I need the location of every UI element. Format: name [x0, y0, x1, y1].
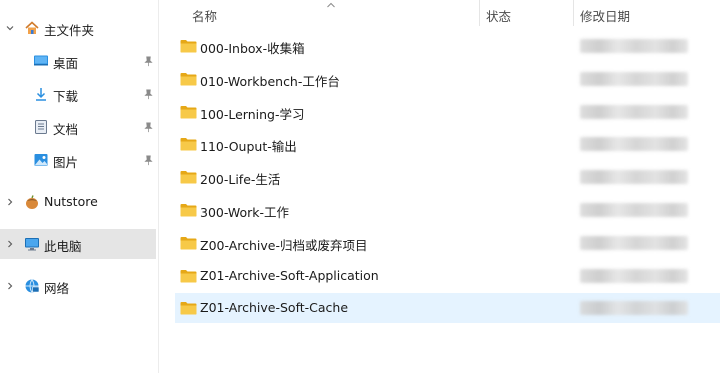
- file-row[interactable]: 010-Workbench-工作台: [175, 64, 720, 94]
- nav-label-documents: 文档: [53, 122, 79, 137]
- file-row[interactable]: 000-Inbox-收集箱: [175, 31, 720, 61]
- modified-date-blurred: [580, 235, 688, 250]
- nav-label-home: 主文件夹: [44, 23, 95, 38]
- file-row[interactable]: 300-Work-工作: [175, 195, 720, 225]
- file-name: 000-Inbox-收集箱: [200, 41, 305, 56]
- computer-icon: [24, 236, 40, 252]
- file-row[interactable]: 110-Ouput-输出: [175, 129, 720, 159]
- nav-item-home[interactable]: 主文件夹: [0, 13, 156, 43]
- nav-label-nutstore: Nutstore: [44, 194, 98, 209]
- column-header-row: 名称 状态 修改日期: [160, 0, 720, 28]
- nav-item-pictures[interactable]: 图片: [0, 145, 156, 175]
- modified-date-blurred: [580, 39, 688, 53]
- picture-icon: [33, 152, 49, 168]
- pin-icon[interactable]: [142, 154, 154, 166]
- sort-ascending-icon: [326, 0, 336, 8]
- modified-date-blurred: [580, 137, 688, 152]
- modified-date-blurred: [580, 104, 688, 119]
- modified-date-blurred: [580, 301, 688, 316]
- column-divider[interactable]: [573, 0, 574, 26]
- modified-date-blurred: [580, 170, 688, 185]
- chevron-right-icon[interactable]: [4, 238, 16, 250]
- modified-date-blurred: [580, 203, 688, 217]
- nav-item-download[interactable]: 下载: [0, 79, 156, 109]
- column-header-modified[interactable]: 修改日期: [580, 6, 630, 25]
- pin-icon[interactable]: [142, 55, 154, 67]
- nav-item-desktop[interactable]: 桌面: [0, 46, 156, 76]
- chevron-right-icon[interactable]: [4, 196, 16, 208]
- network-icon: [24, 278, 40, 294]
- file-list-pane: 名称 状态 修改日期 000-Inbox-收集箱 010-Workbench-工作…: [160, 0, 720, 373]
- column-header-status[interactable]: 状态: [486, 6, 511, 25]
- navigation-pane: 主文件夹 桌面 下载 文档 图片 Nutstore 此电脑 网络: [0, 0, 159, 373]
- column-header-name[interactable]: 名称: [192, 6, 217, 25]
- nav-label-download: 下载: [53, 89, 79, 104]
- folder-icon: [180, 236, 197, 250]
- home-icon: [24, 20, 40, 36]
- nav-label-network: 网络: [44, 281, 70, 296]
- file-name: 300-Work-工作: [200, 205, 290, 220]
- pin-icon[interactable]: [142, 121, 154, 133]
- folder-icon: [180, 301, 197, 315]
- chevron-right-icon[interactable]: [4, 280, 16, 292]
- nutstore-icon: [24, 194, 40, 210]
- pin-icon[interactable]: [142, 88, 154, 100]
- document-icon: [33, 119, 49, 135]
- file-row[interactable]: 200-Life-生活: [175, 162, 720, 192]
- nav-item-this-pc[interactable]: 此电脑: [0, 229, 156, 259]
- file-row[interactable]: 100-Lerning-学习: [175, 97, 720, 127]
- file-name: Z00-Archive-归档或废弃项目: [200, 237, 368, 253]
- file-row[interactable]: Z01-Archive-Soft-Application: [175, 261, 720, 291]
- modified-date-blurred: [580, 268, 688, 283]
- nav-label-this-pc: 此电脑: [44, 239, 82, 254]
- column-divider[interactable]: [479, 0, 480, 26]
- folder-icon: [180, 203, 197, 217]
- file-row[interactable]: Z01-Archive-Soft-Cache: [175, 293, 720, 324]
- file-name: Z01-Archive-Soft-Cache: [200, 300, 349, 316]
- file-name: 100-Lerning-学习: [200, 106, 305, 122]
- file-name: 110-Ouput-输出: [200, 139, 297, 155]
- folder-icon: [180, 72, 197, 86]
- desktop-icon: [33, 53, 49, 69]
- nav-item-nutstore[interactable]: Nutstore: [0, 187, 156, 217]
- modified-date-blurred: [580, 71, 688, 86]
- nav-label-pictures: 图片: [53, 155, 79, 170]
- file-name: 010-Workbench-工作台: [200, 73, 340, 89]
- download-icon: [33, 86, 49, 102]
- folder-icon: [180, 269, 197, 283]
- file-name: Z01-Archive-Soft-Application: [200, 267, 379, 283]
- file-name: 200-Life-生活: [200, 172, 281, 188]
- nav-item-network[interactable]: 网络: [0, 271, 156, 301]
- nav-label-desktop: 桌面: [53, 56, 79, 71]
- folder-icon: [180, 39, 197, 53]
- folder-icon: [180, 105, 197, 119]
- folder-icon: [180, 137, 197, 151]
- nav-item-documents[interactable]: 文档: [0, 112, 156, 142]
- chevron-down-icon[interactable]: [4, 22, 16, 34]
- folder-icon: [180, 170, 197, 184]
- file-row[interactable]: Z00-Archive-归档或废弃项目: [175, 228, 720, 258]
